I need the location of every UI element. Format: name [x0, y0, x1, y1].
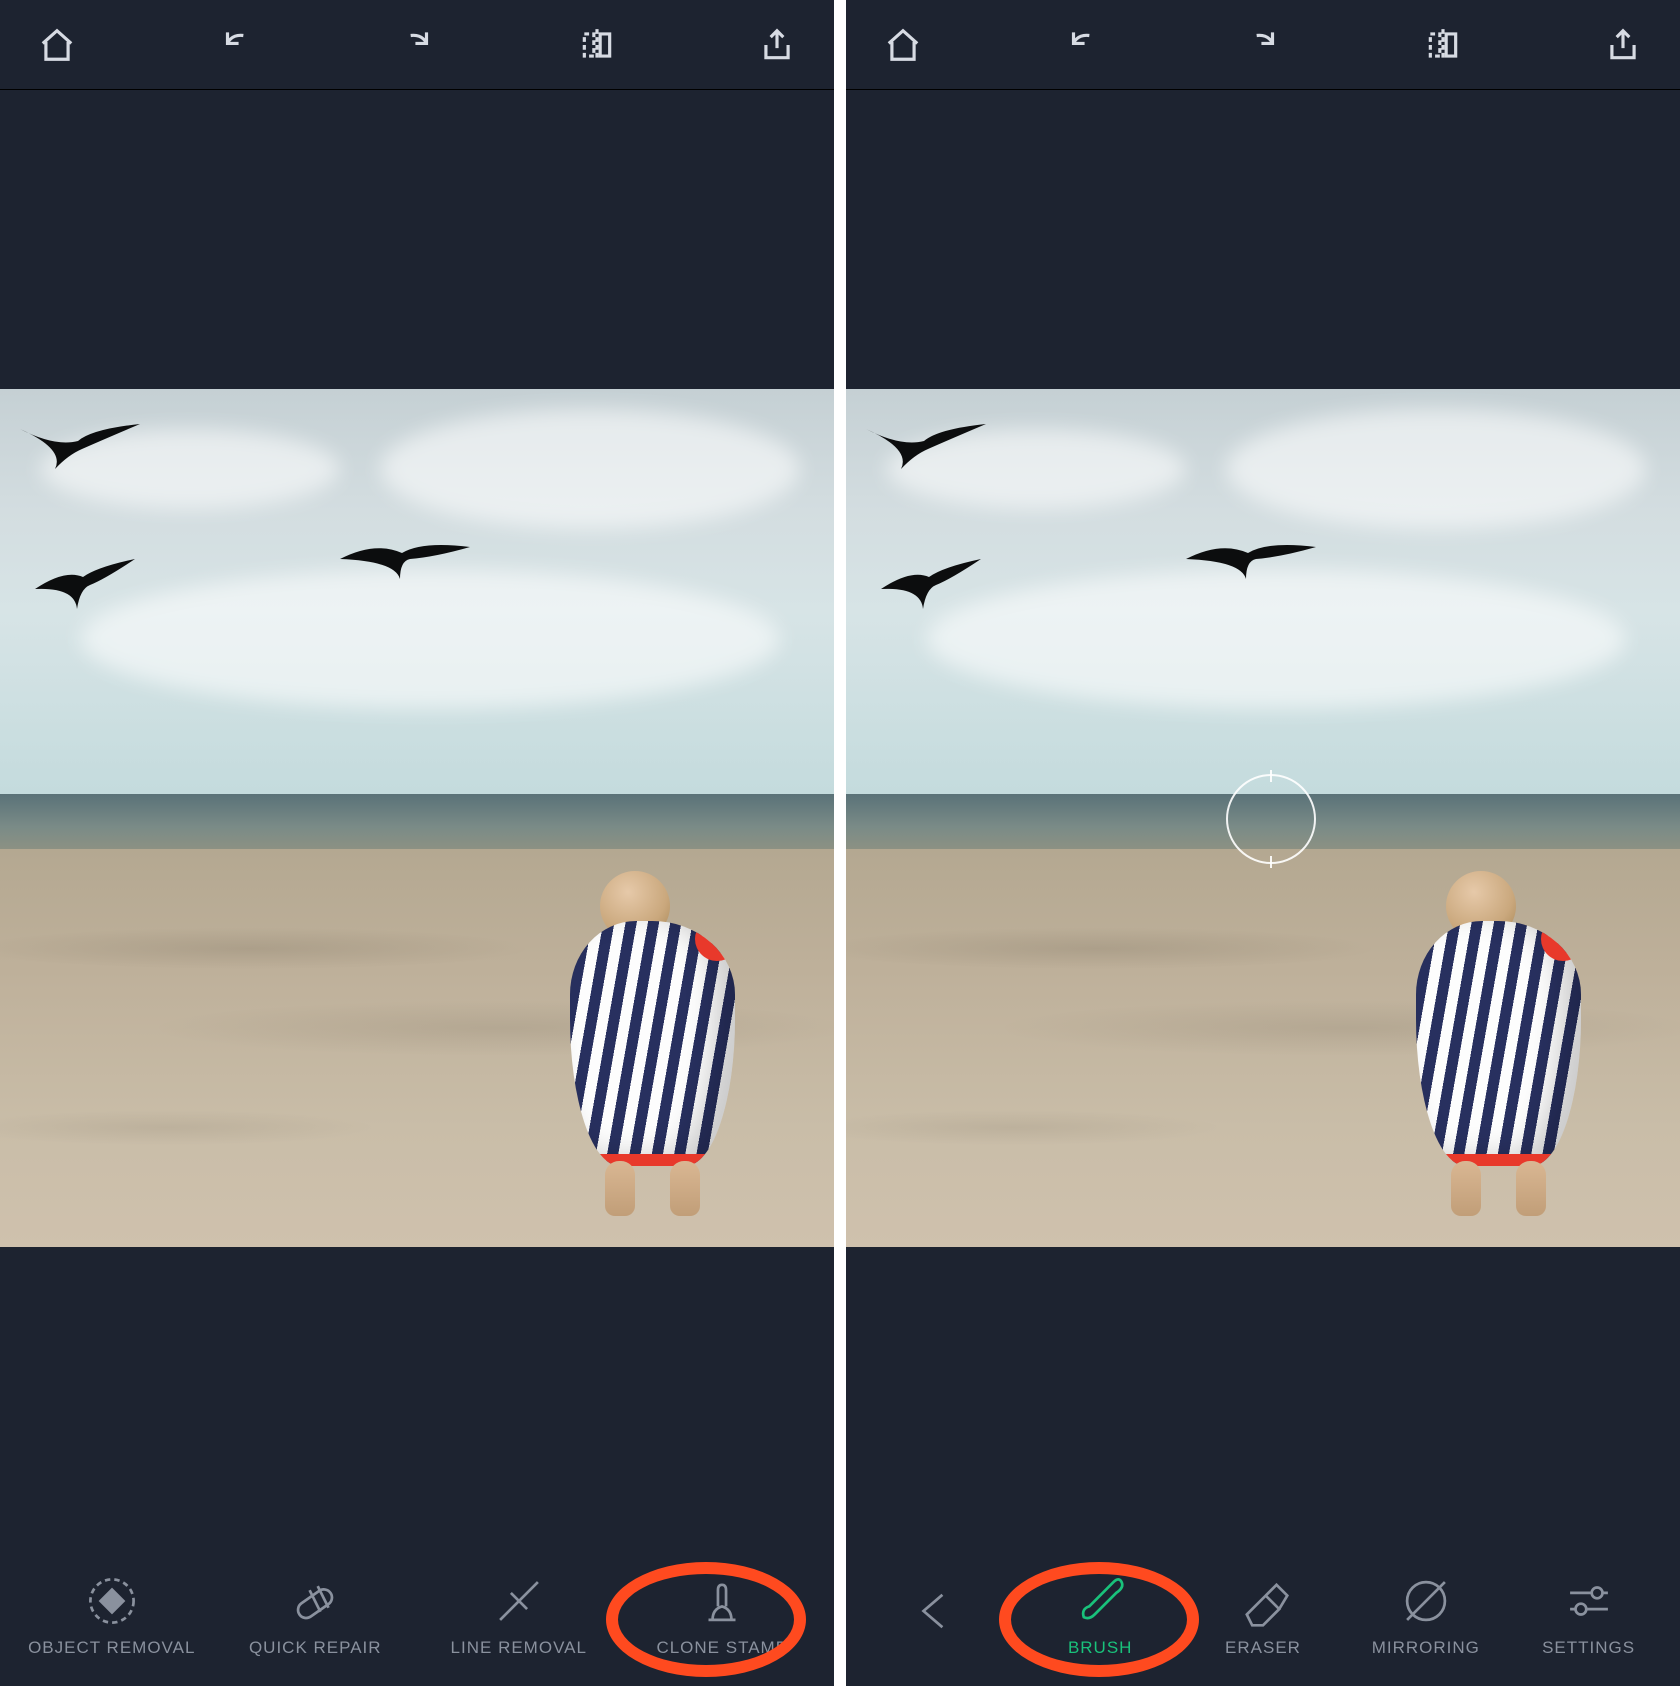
- back-arrow-icon: [910, 1584, 964, 1638]
- undo-icon[interactable]: [216, 24, 258, 66]
- tool-line-removal[interactable]: LINE REMOVAL: [417, 1574, 621, 1658]
- share-icon[interactable]: [1602, 24, 1644, 66]
- tool-label: SETTINGS: [1542, 1638, 1635, 1658]
- share-icon[interactable]: [756, 24, 798, 66]
- tool-label: ERASER: [1225, 1638, 1301, 1658]
- image-canvas[interactable]: [0, 90, 834, 1546]
- tool-label: OBJECT REMOVAL: [28, 1638, 195, 1658]
- clone-source-crosshair[interactable]: [1226, 774, 1316, 864]
- editor-pane-left: OBJECT REMOVAL QUICK REPAIR LINE REMOVAL…: [0, 0, 834, 1686]
- tool-clone-stamp[interactable]: CLONE STAMP: [621, 1574, 825, 1658]
- tool-label: MIRRORING: [1372, 1638, 1480, 1658]
- compare-icon[interactable]: [1422, 24, 1464, 66]
- mirroring-icon: [1399, 1574, 1453, 1628]
- back-button[interactable]: [856, 1584, 1019, 1648]
- tool-object-removal[interactable]: OBJECT REMOVAL: [10, 1574, 214, 1658]
- undo-icon[interactable]: [1062, 24, 1104, 66]
- bottom-toolbar: BRUSH ERASER MIRRORING SETTINGS: [846, 1546, 1680, 1686]
- editor-pane-right: BRUSH ERASER MIRRORING SETTINGS: [846, 0, 1680, 1686]
- tool-label: BRUSH: [1068, 1638, 1133, 1658]
- settings-sliders-icon: [1562, 1574, 1616, 1628]
- eraser-icon: [1236, 1574, 1290, 1628]
- tool-settings[interactable]: SETTINGS: [1507, 1574, 1670, 1658]
- home-icon[interactable]: [36, 24, 78, 66]
- image-canvas[interactable]: [846, 90, 1680, 1546]
- compare-icon[interactable]: [576, 24, 618, 66]
- tool-quick-repair[interactable]: QUICK REPAIR: [214, 1574, 418, 1658]
- home-icon[interactable]: [882, 24, 924, 66]
- tool-label: QUICK REPAIR: [249, 1638, 382, 1658]
- bottom-toolbar: OBJECT REMOVAL QUICK REPAIR LINE REMOVAL…: [0, 1546, 834, 1686]
- top-toolbar: [0, 0, 834, 90]
- pane-divider: [834, 0, 846, 1686]
- edited-photo: [846, 389, 1680, 1247]
- quick-repair-icon: [288, 1574, 342, 1628]
- tool-brush[interactable]: BRUSH: [1019, 1574, 1182, 1658]
- brush-icon: [1073, 1574, 1127, 1628]
- redo-icon[interactable]: [396, 24, 438, 66]
- edited-photo: [0, 389, 834, 1247]
- object-removal-icon: [85, 1574, 139, 1628]
- tool-mirroring[interactable]: MIRRORING: [1344, 1574, 1507, 1658]
- clone-stamp-icon: [695, 1574, 749, 1628]
- line-removal-icon: [492, 1574, 546, 1628]
- redo-icon[interactable]: [1242, 24, 1284, 66]
- top-toolbar: [846, 0, 1680, 90]
- tool-eraser[interactable]: ERASER: [1182, 1574, 1345, 1658]
- tool-label: LINE REMOVAL: [451, 1638, 587, 1658]
- tool-label: CLONE STAMP: [656, 1638, 788, 1658]
